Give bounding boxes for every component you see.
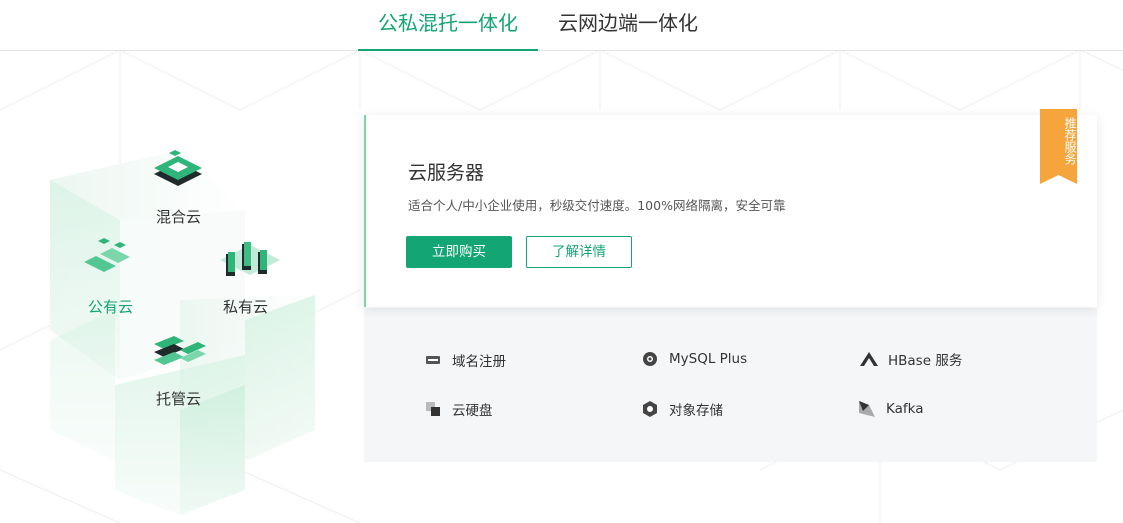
product-item-kafka[interactable]: Kafka — [858, 399, 924, 419]
card-title: 云服务器 — [408, 162, 485, 184]
product-list-panel: 域名注册 MySQL Plus HBase 服务 云硬盘 对象存储 Kafka — [364, 308, 1097, 462]
mysql-icon — [641, 350, 659, 368]
recommended-ribbon: 推荐服务 — [1040, 104, 1077, 184]
product-item-mysql[interactable]: MySQL Plus — [641, 349, 747, 369]
domain-icon — [424, 351, 442, 369]
tab-bar: 公私混托一体化 云网边端一体化 — [0, 0, 1123, 51]
product-item-object-storage[interactable]: 对象存储 — [641, 399, 723, 419]
product-item-domain[interactable]: 域名注册 — [424, 350, 506, 370]
learn-more-button[interactable]: 了解详情 — [526, 236, 632, 268]
kafka-icon — [858, 400, 876, 418]
product-label: 对象存储 — [669, 403, 723, 419]
private-cloud-label: 私有云 — [223, 298, 269, 316]
tab-hybrid-integration[interactable]: 公私混托一体化 — [358, 0, 538, 51]
product-label: Kafka — [886, 401, 924, 417]
cube-stack-graphic — [50, 150, 315, 515]
object-storage-icon — [641, 400, 659, 418]
hbase-icon — [860, 350, 878, 368]
product-item-cloud-disk[interactable]: 云硬盘 — [424, 399, 493, 419]
ribbon-label: 推荐服务 — [1063, 117, 1077, 165]
card-description: 适合个人/中小企业使用，秒级交付速度。100%网络隔离，安全可靠 — [408, 198, 786, 213]
cloud-illustration: 混合云 公有云 私有云 托管云 — [30, 140, 340, 520]
product-label: HBase 服务 — [888, 353, 963, 369]
product-label: 云硬盘 — [452, 403, 493, 419]
buy-now-button[interactable]: 立即购买 — [406, 236, 512, 268]
product-item-hbase[interactable]: HBase 服务 — [860, 349, 962, 369]
hybrid-cloud-label: 混合云 — [156, 208, 202, 226]
product-label: 域名注册 — [452, 354, 506, 370]
tab-cloud-edge-integration[interactable]: 云网边端一体化 — [538, 0, 718, 51]
managed-cloud-label: 托管云 — [156, 390, 202, 408]
product-label: MySQL Plus — [669, 351, 748, 367]
public-cloud-label: 公有云 — [88, 298, 134, 316]
recommended-service-card: 云服务器 适合个人/中小企业使用，秒级交付速度。100%网络隔离，安全可靠 立即… — [364, 115, 1097, 307]
disk-icon — [424, 400, 442, 418]
